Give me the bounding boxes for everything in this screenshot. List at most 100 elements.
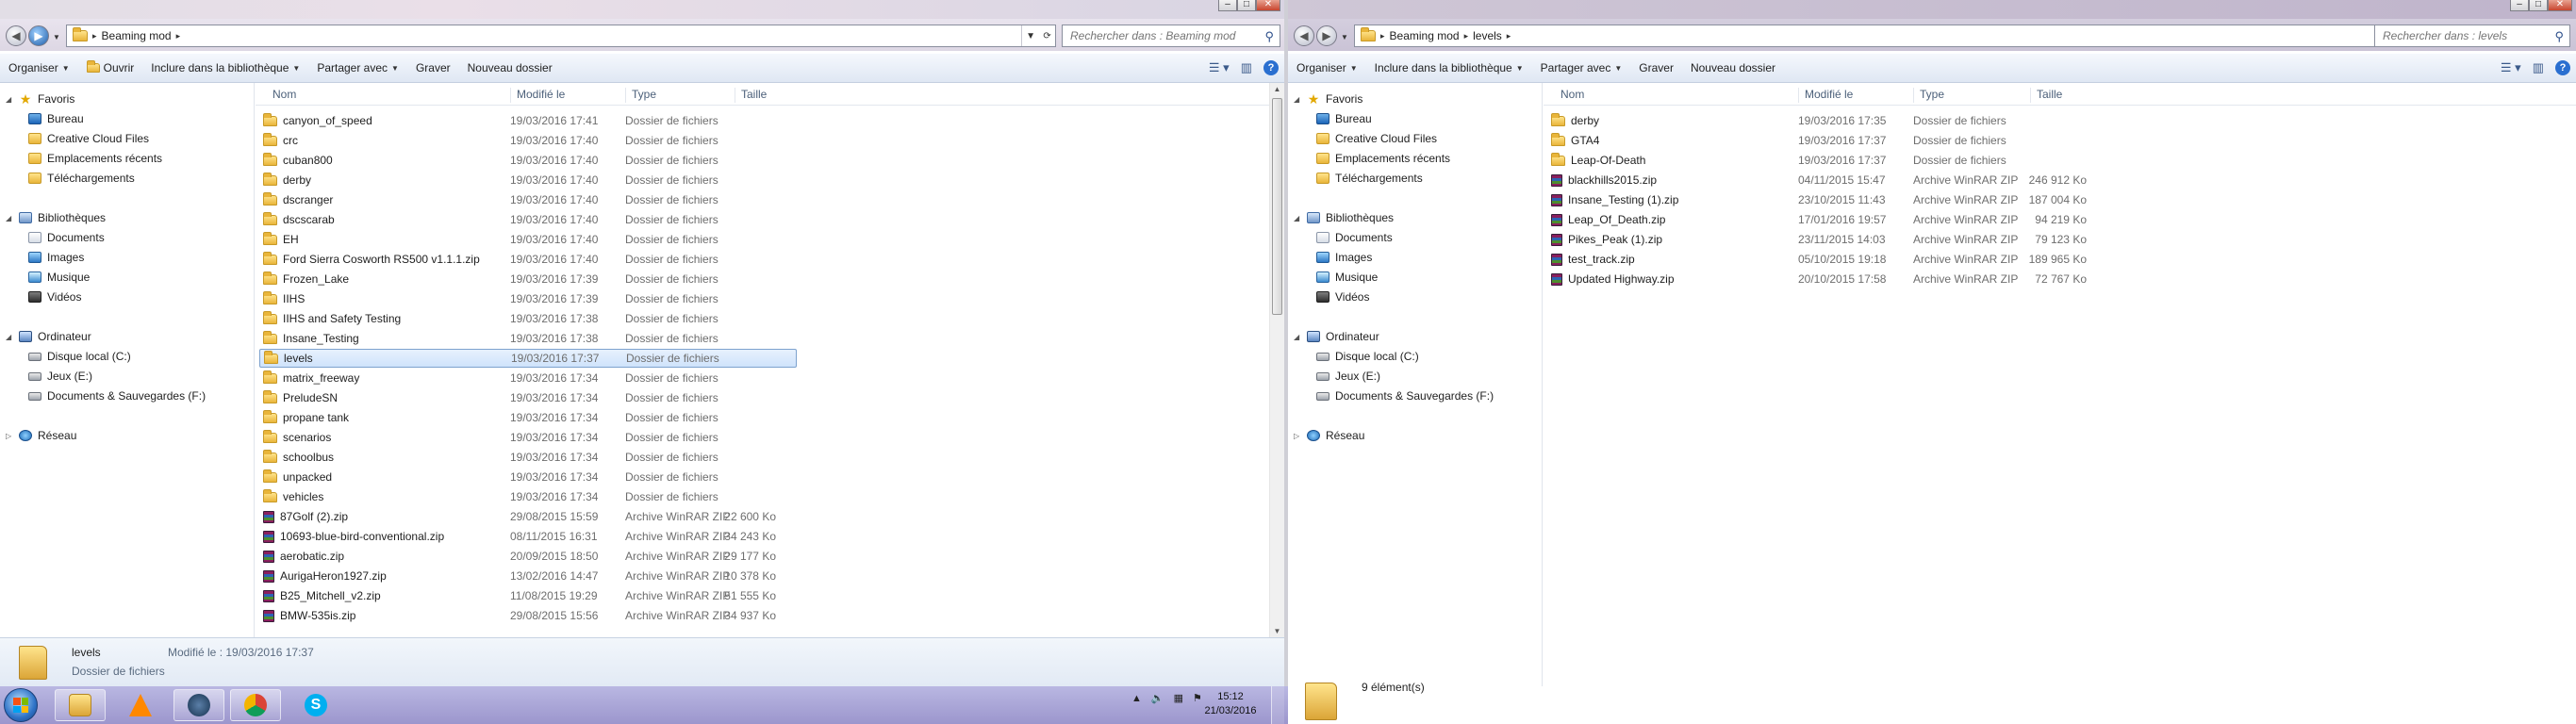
file-row[interactable]: Frozen_Lake 19/03/2016 17:39 Dossier de fi… bbox=[259, 270, 797, 288]
nav-favorites[interactable]: ◢ ★ Favoris bbox=[1294, 92, 1362, 106]
back-button[interactable]: ◀ bbox=[6, 25, 26, 46]
file-row[interactable]: scenarios 19/03/2016 17:34 Dossier de fich… bbox=[259, 428, 797, 447]
file-row[interactable]: cuban800 19/03/2016 17:40 Dossier de fichi… bbox=[259, 151, 797, 170]
search-box[interactable]: ⚲ bbox=[2374, 25, 2570, 47]
file-row[interactable]: canyon_of_speed 19/03/2016 17:41 Dossier d… bbox=[259, 111, 797, 130]
close-button[interactable]: ✕ bbox=[2548, 0, 2572, 11]
file-row[interactable]: Leap-Of-Death 19/03/2016 17:37 Dossier de … bbox=[1547, 151, 2113, 170]
nav-item-downloads[interactable]: Téléchargements bbox=[28, 172, 135, 185]
share-button[interactable]: Partager avec ▼ bbox=[308, 54, 407, 82]
file-row[interactable]: dscranger 19/03/2016 17:40 Dossier de fich… bbox=[259, 190, 797, 209]
collapse-icon[interactable]: ◢ bbox=[1294, 214, 1301, 222]
file-row[interactable]: 87Golf (2).zip 29/08/2015 15:59 Archive Wi… bbox=[259, 507, 797, 526]
file-row[interactable]: aerobatic.zip 20/09/2015 18:50 Archive Win… bbox=[259, 547, 797, 566]
file-row[interactable]: test_track.zip 05/10/2015 19:18 Archive Wi… bbox=[1547, 250, 2113, 269]
clock[interactable]: 15:12 21/03/2016 bbox=[1197, 690, 1263, 718]
file-row[interactable]: levels 19/03/2016 17:37 Dossier de fichier… bbox=[259, 349, 797, 368]
close-button[interactable]: ✕ bbox=[1256, 0, 1280, 11]
scroll-up-icon[interactable]: ▲ bbox=[1270, 85, 1284, 93]
view-options-icon[interactable]: ☰ ▾ bbox=[1209, 60, 1230, 75]
nav-item-videos[interactable]: Vidéos bbox=[28, 290, 81, 304]
column-header-name[interactable]: Nom bbox=[1555, 88, 1798, 103]
collapse-icon[interactable]: ◢ bbox=[6, 214, 13, 222]
nav-libraries[interactable]: ◢ Bibliothèques bbox=[1294, 211, 1394, 224]
taskbar-chrome[interactable] bbox=[230, 689, 281, 721]
nav-item-music[interactable]: Musique bbox=[28, 271, 90, 284]
nav-network[interactable]: ▷ Réseau bbox=[6, 429, 76, 442]
open-button[interactable]: Ouvrir bbox=[78, 54, 143, 82]
file-row[interactable]: propane tank 19/03/2016 17:34 Dossier de f… bbox=[259, 408, 797, 427]
column-header-name[interactable]: Nom bbox=[267, 88, 510, 103]
scrollbar-thumb[interactable] bbox=[1272, 98, 1282, 315]
view-options-icon[interactable]: ☰ ▾ bbox=[2501, 60, 2521, 75]
burn-button[interactable]: Graver bbox=[407, 54, 459, 82]
nav-item-drive-c[interactable]: Disque local (C:) bbox=[28, 350, 131, 363]
file-row[interactable]: 10693-blue-bird-conventional.zip 08/11/20… bbox=[259, 527, 797, 546]
file-row[interactable]: blackhills2015.zip 04/11/2015 15:47 Archiv… bbox=[1547, 171, 2113, 189]
file-row[interactable]: PreludeSN 19/03/2016 17:34 Dossier de fich… bbox=[259, 388, 797, 407]
nav-item-drive-f[interactable]: Documents & Sauvegardes (F:) bbox=[28, 389, 206, 403]
breadcrumb-item[interactable]: levels bbox=[1473, 29, 1502, 42]
organise-button[interactable]: Organiser ▼ bbox=[1288, 54, 1366, 82]
file-row[interactable]: schoolbus 19/03/2016 17:34 Dossier de fich… bbox=[259, 448, 797, 467]
search-icon[interactable]: ⚲ bbox=[2554, 29, 2564, 44]
preview-pane-icon[interactable]: ▥ bbox=[1241, 60, 1252, 75]
file-row[interactable]: EH 19/03/2016 17:40 Dossier de fichiers bbox=[259, 230, 797, 249]
forward-button[interactable]: ▶ bbox=[1316, 25, 1337, 46]
show-desktop-button[interactable] bbox=[1271, 686, 1284, 724]
file-row[interactable]: Leap_Of_Death.zip 17/01/2016 19:57 Archive… bbox=[1547, 210, 2113, 229]
nav-item-documents[interactable]: Documents bbox=[28, 231, 105, 244]
file-row[interactable]: Pikes_Peak (1).zip 23/11/2015 14:03 Archiv… bbox=[1547, 230, 2113, 249]
file-row[interactable]: unpacked 19/03/2016 17:34 Dossier de fichi… bbox=[259, 468, 797, 486]
file-row[interactable]: Insane_Testing 19/03/2016 17:38 Dossier de… bbox=[259, 329, 797, 348]
maximize-button[interactable]: □ bbox=[1237, 0, 1256, 11]
address-bar[interactable]: ▸ Beaming mod ▸ ▼ ⟳ bbox=[66, 25, 1056, 47]
recent-pages-dropdown[interactable]: ▼ bbox=[1341, 33, 1348, 41]
include-library-button[interactable]: Inclure dans la bibliothèque ▼ bbox=[142, 54, 308, 82]
file-row[interactable]: AurigaHeron1927.zip 13/02/2016 14:47 Archi… bbox=[259, 567, 797, 585]
help-icon[interactable]: ? bbox=[1263, 60, 1279, 75]
collapse-icon[interactable]: ◢ bbox=[6, 95, 13, 104]
organise-button[interactable]: Organiser ▼ bbox=[0, 54, 78, 82]
file-row[interactable]: matrix_freeway 19/03/2016 17:34 Dossier de… bbox=[259, 369, 797, 387]
search-icon[interactable]: ⚲ bbox=[1264, 29, 1274, 44]
nav-computer[interactable]: ◢ Ordinateur bbox=[6, 330, 91, 343]
nav-computer[interactable]: ◢ Ordinateur bbox=[1294, 330, 1379, 343]
nav-item-desktop[interactable]: Bureau bbox=[28, 112, 84, 125]
file-row[interactable]: derby 19/03/2016 17:35 Dossier de fichiers bbox=[1547, 111, 2113, 130]
search-box[interactable]: ⚲ bbox=[1062, 25, 1280, 47]
search-input[interactable] bbox=[1070, 29, 1280, 42]
include-library-button[interactable]: Inclure dans la bibliothèque ▼ bbox=[1366, 54, 1532, 82]
address-dropdown-icon[interactable]: ▼ bbox=[1026, 31, 1035, 41]
taskbar-steam[interactable] bbox=[173, 689, 224, 721]
network-tray-icon[interactable]: ▦ bbox=[1174, 692, 1183, 704]
nav-item-recent[interactable]: Emplacements récents bbox=[28, 152, 162, 165]
back-button[interactable]: ◀ bbox=[1294, 25, 1314, 46]
nav-item-drive-c[interactable]: Disque local (C:) bbox=[1316, 350, 1419, 363]
search-input[interactable] bbox=[2383, 29, 2569, 42]
file-row[interactable]: Insane_Testing (1).zip 23/10/2015 11:43 Ar… bbox=[1547, 190, 2113, 209]
breadcrumb-item[interactable]: Beaming mod bbox=[102, 29, 172, 42]
maximize-button[interactable]: □ bbox=[2529, 0, 2548, 11]
collapse-icon[interactable]: ◢ bbox=[1294, 333, 1301, 341]
new-folder-button[interactable]: Nouveau dossier bbox=[459, 54, 561, 82]
file-row[interactable]: GTA4 19/03/2016 17:37 Dossier de fichiers bbox=[1547, 131, 2113, 150]
column-header-size[interactable]: Taille bbox=[735, 88, 810, 103]
burn-button[interactable]: Graver bbox=[1630, 54, 1682, 82]
nav-item-drive-e[interactable]: Jeux (E:) bbox=[28, 370, 92, 383]
help-icon[interactable]: ? bbox=[2555, 60, 2570, 75]
volume-icon[interactable]: 🔈 bbox=[1151, 692, 1164, 704]
vertical-scrollbar[interactable]: ▲ ▼ bbox=[1269, 83, 1284, 637]
nav-item-creative-cloud[interactable]: Creative Cloud Files bbox=[1316, 132, 1437, 145]
nav-item-downloads[interactable]: Téléchargements bbox=[1316, 172, 1423, 185]
taskbar-vlc[interactable] bbox=[115, 689, 166, 721]
column-header-size[interactable]: Taille bbox=[2030, 88, 2105, 103]
expand-icon[interactable]: ▷ bbox=[1294, 432, 1301, 440]
file-row[interactable]: crc 19/03/2016 17:40 Dossier de fichiers bbox=[259, 131, 797, 150]
collapse-icon[interactable]: ◢ bbox=[1294, 95, 1301, 104]
nav-item-documents[interactable]: Documents bbox=[1316, 231, 1393, 244]
nav-favorites[interactable]: ◢ ★ Favoris bbox=[6, 92, 74, 106]
taskbar-skype[interactable]: S bbox=[290, 689, 341, 721]
recent-pages-dropdown[interactable]: ▼ bbox=[53, 33, 60, 41]
scroll-down-icon[interactable]: ▼ bbox=[1270, 627, 1284, 635]
